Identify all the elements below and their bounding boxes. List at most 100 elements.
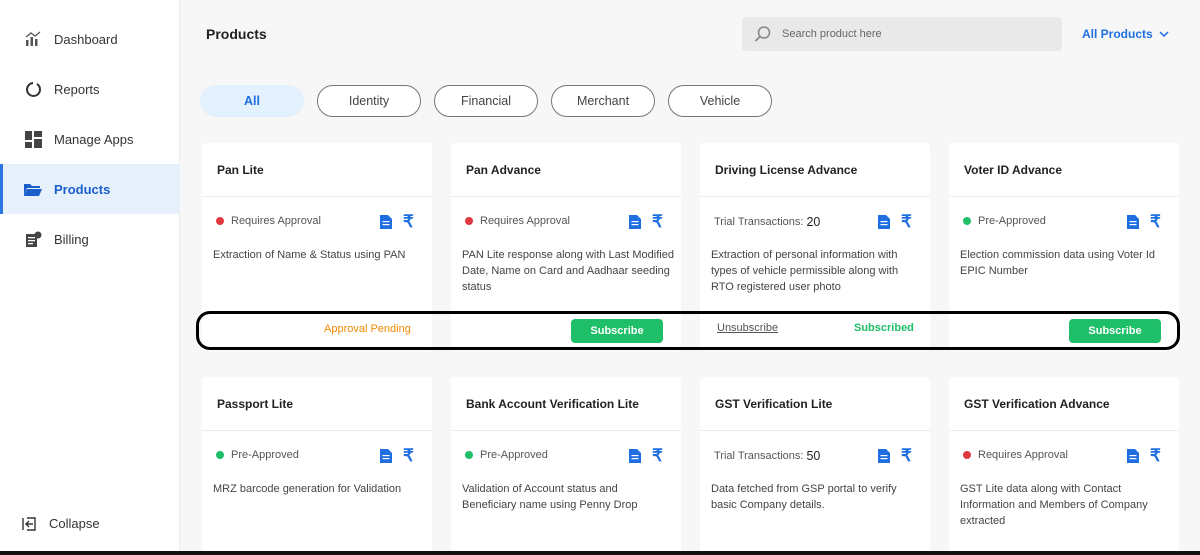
card-divider <box>949 430 1179 431</box>
filter-vehicle[interactable]: Vehicle <box>668 85 772 117</box>
card-divider <box>451 196 681 197</box>
status-label: Pre-Approved <box>231 449 299 461</box>
status-label: Requires Approval <box>231 215 321 227</box>
card-description: GST Lite data along with Contact Informa… <box>960 483 1148 527</box>
card-title: Passport Lite <box>217 397 294 411</box>
card-description: Validation of Account status and Benefic… <box>462 483 638 511</box>
status-dot <box>963 451 971 459</box>
document-icon[interactable] <box>1127 449 1139 463</box>
product-card: Pan Lite Requires Approval ₹ Extraction … <box>202 143 432 351</box>
search-icon <box>754 25 772 43</box>
card-title: GST Verification Lite <box>715 397 833 411</box>
sidebar-item-manage-apps[interactable]: Manage Apps <box>0 114 180 164</box>
rupee-icon[interactable]: ₹ <box>403 446 414 466</box>
reports-icon <box>24 80 42 98</box>
sidebar-item-dashboard[interactable]: Dashboard <box>0 14 180 64</box>
document-icon[interactable] <box>380 215 392 229</box>
document-icon[interactable] <box>380 449 392 463</box>
filter-identity[interactable]: Identity <box>317 85 421 117</box>
sidebar-item-label: Manage Apps <box>54 131 134 147</box>
chevron-down-icon <box>1159 31 1169 37</box>
collapse-icon <box>22 516 37 531</box>
sidebar: Dashboard Reports Manage Apps Products B… <box>0 0 180 555</box>
document-icon[interactable] <box>878 449 890 463</box>
sidebar-item-label: Dashboard <box>54 31 118 47</box>
rupee-icon[interactable]: ₹ <box>403 212 414 232</box>
status-dot <box>963 217 971 225</box>
collapse-label: Collapse <box>49 516 100 531</box>
sidebar-item-billing[interactable]: Billing <box>0 214 180 264</box>
status-dot <box>465 451 473 459</box>
filter-merchant[interactable]: Merchant <box>551 85 655 117</box>
status-dot <box>465 217 473 225</box>
status-label: Requires Approval <box>480 215 570 227</box>
subscribed-status: Subscribed <box>854 322 914 334</box>
card-divider <box>202 430 432 431</box>
status-label: Pre-Approved <box>480 449 548 461</box>
document-icon[interactable] <box>629 215 641 229</box>
filter-all[interactable]: All <box>200 85 304 117</box>
approval-status: Requires Approval <box>216 215 321 227</box>
category-filters: All Identity Financial Merchant Vehicle <box>200 85 785 117</box>
card-description: PAN Lite response along with Last Modifi… <box>462 249 674 293</box>
product-card: Driving License Advance Trial Transactio… <box>700 143 930 351</box>
approval-status: Requires Approval <box>963 449 1068 461</box>
dropdown-label: All Products <box>1082 27 1153 41</box>
document-icon[interactable] <box>629 449 641 463</box>
all-products-dropdown[interactable]: All Products <box>1082 27 1169 41</box>
trial-status: Trial Transactions: 20 <box>714 215 820 229</box>
status-label: Requires Approval <box>978 449 1068 461</box>
unsubscribe-link[interactable]: Unsubscribe <box>717 322 778 334</box>
document-icon[interactable] <box>1127 215 1139 229</box>
card-title: GST Verification Advance <box>964 397 1110 411</box>
card-divider <box>700 196 930 197</box>
folder-icon <box>24 180 42 198</box>
chart-icon <box>24 30 42 48</box>
card-description: Data fetched from GSP portal to verify b… <box>711 483 897 511</box>
card-title: Pan Advance <box>466 163 541 177</box>
subscribe-button[interactable]: Subscribe <box>1069 319 1161 343</box>
trial-label: Trial Transactions: <box>714 450 804 462</box>
rupee-icon[interactable]: ₹ <box>1150 212 1161 232</box>
status-dot <box>216 451 224 459</box>
card-divider <box>202 196 432 197</box>
rupee-icon[interactable]: ₹ <box>652 212 663 232</box>
bottom-border <box>0 551 1200 555</box>
card-description: MRZ barcode generation for Validation <box>213 483 402 495</box>
card-description: Election commission data using Voter Id … <box>960 249 1156 277</box>
collapse-button[interactable]: Collapse <box>22 516 100 531</box>
search-bar[interactable] <box>742 17 1062 51</box>
trial-status: Trial Transactions: 50 <box>714 449 820 463</box>
approval-status: Requires Approval <box>465 215 570 227</box>
product-card: Bank Account Verification Lite Pre-Appro… <box>451 377 681 555</box>
card-title: Driving License Advance <box>715 163 858 177</box>
trial-label: Trial Transactions: <box>714 216 804 228</box>
card-title: Voter ID Advance <box>964 163 1063 177</box>
trial-count: 20 <box>806 215 821 229</box>
sidebar-item-label: Billing <box>54 231 89 247</box>
rupee-icon[interactable]: ₹ <box>901 212 912 232</box>
rupee-icon[interactable]: ₹ <box>901 446 912 466</box>
trial-count: 50 <box>806 449 821 463</box>
product-card: GST Verification Advance Requires Approv… <box>949 377 1179 555</box>
product-card: GST Verification Lite Trial Transactions… <box>700 377 930 555</box>
filter-financial[interactable]: Financial <box>434 85 538 117</box>
sidebar-item-products[interactable]: Products <box>0 164 180 214</box>
apps-icon <box>24 130 42 148</box>
approval-pending-status: Approval Pending <box>324 323 411 335</box>
approval-status: Pre-Approved <box>216 449 299 461</box>
card-divider <box>949 196 1179 197</box>
search-input[interactable] <box>782 28 1042 40</box>
subscribe-button[interactable]: Subscribe <box>571 319 663 343</box>
billing-icon <box>24 230 42 248</box>
card-description: Extraction of personal information with … <box>711 249 899 293</box>
card-divider <box>451 430 681 431</box>
rupee-icon[interactable]: ₹ <box>652 446 663 466</box>
sidebar-item-reports[interactable]: Reports <box>0 64 180 114</box>
status-dot <box>216 217 224 225</box>
document-icon[interactable] <box>878 215 890 229</box>
approval-status: Pre-Approved <box>963 215 1046 227</box>
product-card: Voter ID Advance Pre-Approved ₹ Election… <box>949 143 1179 351</box>
card-description: Extraction of Name & Status using PAN <box>213 249 406 261</box>
rupee-icon[interactable]: ₹ <box>1150 446 1161 466</box>
